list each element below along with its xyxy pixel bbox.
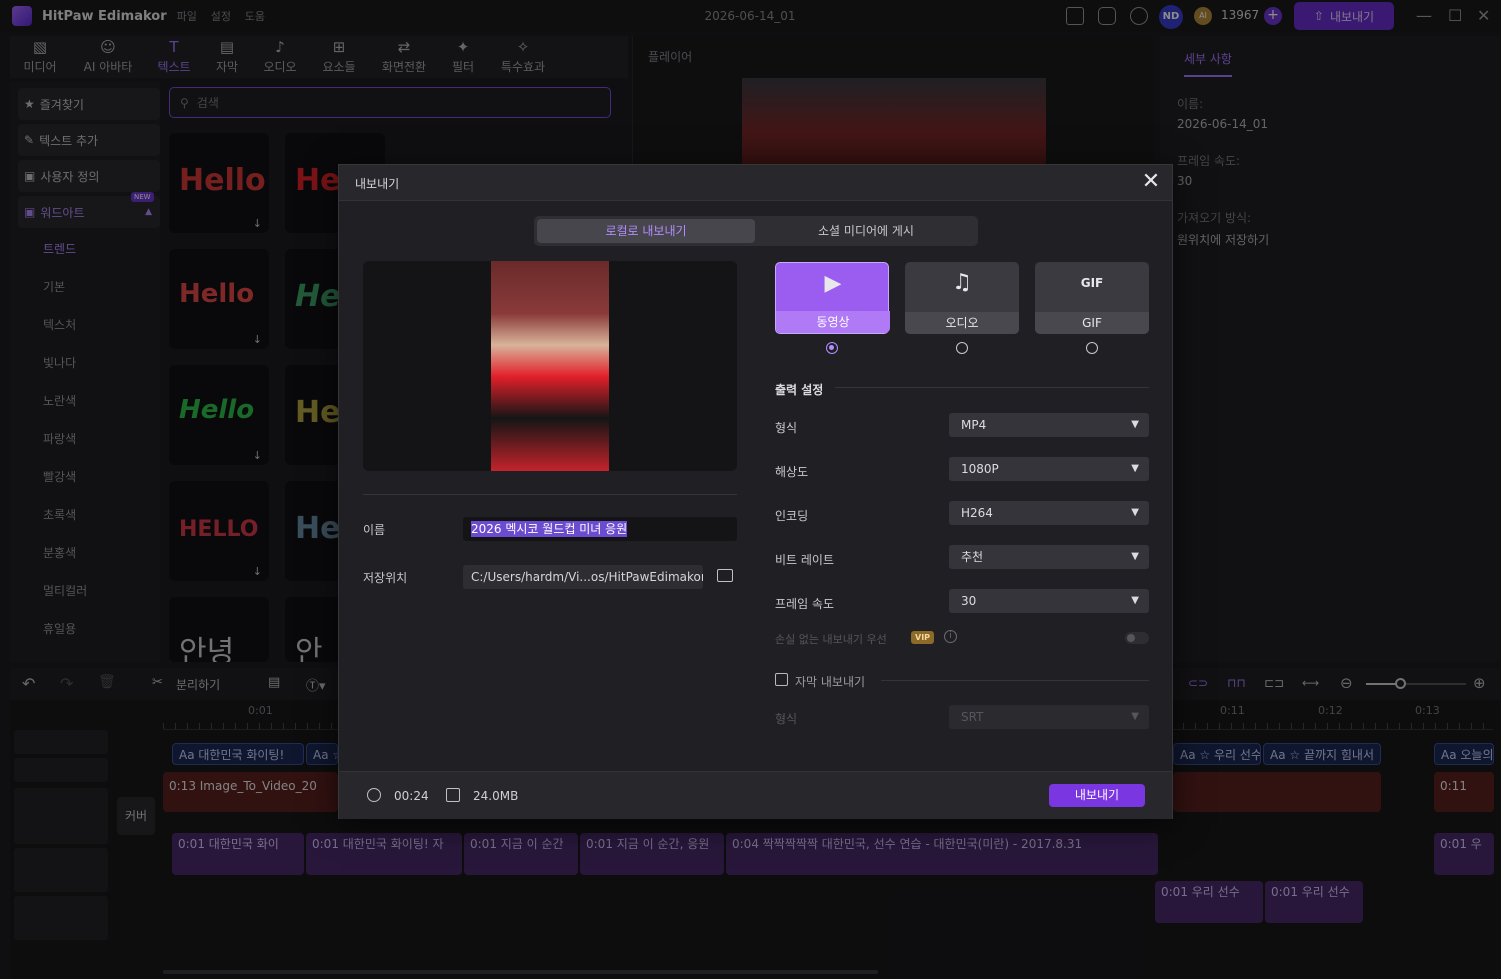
tab-social-media[interactable]: 소셜 미디어에 게시 bbox=[757, 219, 975, 243]
dialog-header: 내보내기 ✕ bbox=[339, 165, 1172, 201]
chevron-down-icon: ▼ bbox=[1131, 419, 1139, 430]
video-icon: ▶ bbox=[824, 271, 842, 296]
format-video-card[interactable]: ▶ 동영상 bbox=[775, 262, 890, 334]
chevron-down-icon: ▼ bbox=[1131, 711, 1139, 722]
subtitle-format-select[interactable]: SRT ▼ bbox=[949, 705, 1149, 729]
location-field[interactable]: C:/Users/hardm/Vi...os/HitPawEdimakor bbox=[463, 565, 703, 589]
export-button[interactable]: 내보내기 bbox=[1049, 784, 1145, 807]
radio-video[interactable] bbox=[826, 342, 838, 354]
app-window: HitPaw Edimakor 파일 설정 도움 2026-06-14_01 N… bbox=[0, 0, 1501, 979]
radio-gif[interactable] bbox=[1086, 342, 1098, 354]
music-icon: ♫ bbox=[952, 270, 972, 295]
format-label: 동영상 bbox=[776, 311, 890, 333]
gif-icon: GIF bbox=[1080, 276, 1104, 290]
clock-icon bbox=[367, 788, 381, 802]
select-value: 1080P bbox=[961, 462, 999, 476]
format-select[interactable]: MP4 ▼ bbox=[949, 413, 1149, 437]
subtitle-export-checkbox[interactable] bbox=[775, 673, 788, 686]
export-dialog: 내보내기 ✕ 로컬로 내보내기 소셜 미디어에 게시 이름 2026 멕시코 월… bbox=[338, 164, 1173, 819]
output-settings-heading: 출력 설정 bbox=[775, 383, 824, 397]
name-field[interactable]: 2026 멕시코 월드컵 미녀 응원 bbox=[463, 517, 737, 541]
setting-label: 비트 레이트 bbox=[775, 553, 835, 567]
divider bbox=[363, 494, 737, 495]
chevron-down-icon: ▼ bbox=[1131, 551, 1139, 562]
radio-audio[interactable] bbox=[956, 342, 968, 354]
framerate-select[interactable]: 30 ▼ bbox=[949, 589, 1149, 613]
dialog-title: 내보내기 bbox=[355, 177, 400, 191]
folder-icon[interactable] bbox=[717, 569, 733, 582]
select-value: 추천 bbox=[961, 550, 984, 564]
preview-thumbnail bbox=[491, 261, 609, 471]
select-value: SRT bbox=[961, 710, 984, 724]
info-icon[interactable]: i bbox=[944, 630, 957, 643]
name-value: 2026 멕시코 월드컵 미녀 응원 bbox=[471, 521, 628, 537]
format-audio-card[interactable]: ♫ 오디오 bbox=[905, 262, 1019, 334]
resolution-select[interactable]: 1080P ▼ bbox=[949, 457, 1149, 481]
chevron-down-icon: ▼ bbox=[1131, 595, 1139, 606]
subtitle-export-label[interactable]: 자막 내보내기 bbox=[795, 673, 865, 690]
format-gif-card[interactable]: GIF GIF bbox=[1035, 262, 1149, 334]
subtitle-format-label: 형식 bbox=[775, 712, 798, 726]
dialog-footer: 00:24 24.0MB 내보내기 bbox=[339, 771, 1172, 819]
format-label: GIF bbox=[1035, 312, 1149, 334]
divider bbox=[835, 387, 1149, 388]
export-tabs: 로컬로 내보내기 소셜 미디어에 게시 bbox=[534, 216, 978, 246]
lossless-toggle[interactable] bbox=[1125, 632, 1149, 644]
file-size-icon bbox=[446, 788, 460, 802]
duration-value: 00:24 bbox=[394, 789, 429, 803]
close-icon[interactable]: ✕ bbox=[1138, 169, 1164, 195]
lossless-label: 손실 없는 내보내기 우선 bbox=[775, 633, 887, 646]
chevron-down-icon: ▼ bbox=[1131, 463, 1139, 474]
setting-label: 형식 bbox=[775, 421, 798, 435]
setting-label: 해상도 bbox=[775, 465, 809, 479]
video-preview bbox=[363, 261, 737, 471]
chevron-down-icon: ▼ bbox=[1131, 507, 1139, 518]
select-value: H264 bbox=[961, 506, 993, 520]
setting-label: 프레임 속도 bbox=[775, 597, 835, 611]
name-label: 이름 bbox=[363, 523, 386, 537]
filesize-value: 24.0MB bbox=[473, 789, 519, 803]
divider bbox=[881, 680, 1149, 681]
tab-local-export[interactable]: 로컬로 내보내기 bbox=[537, 219, 755, 243]
setting-label: 인코딩 bbox=[775, 509, 809, 523]
format-label: 오디오 bbox=[905, 312, 1019, 334]
select-value: 30 bbox=[961, 594, 977, 608]
vip-badge: VIP bbox=[911, 631, 935, 644]
location-label: 저장위치 bbox=[363, 571, 408, 585]
select-value: MP4 bbox=[961, 418, 987, 432]
encoding-select[interactable]: H264 ▼ bbox=[949, 501, 1149, 525]
bitrate-select[interactable]: 추천 ▼ bbox=[949, 545, 1149, 569]
